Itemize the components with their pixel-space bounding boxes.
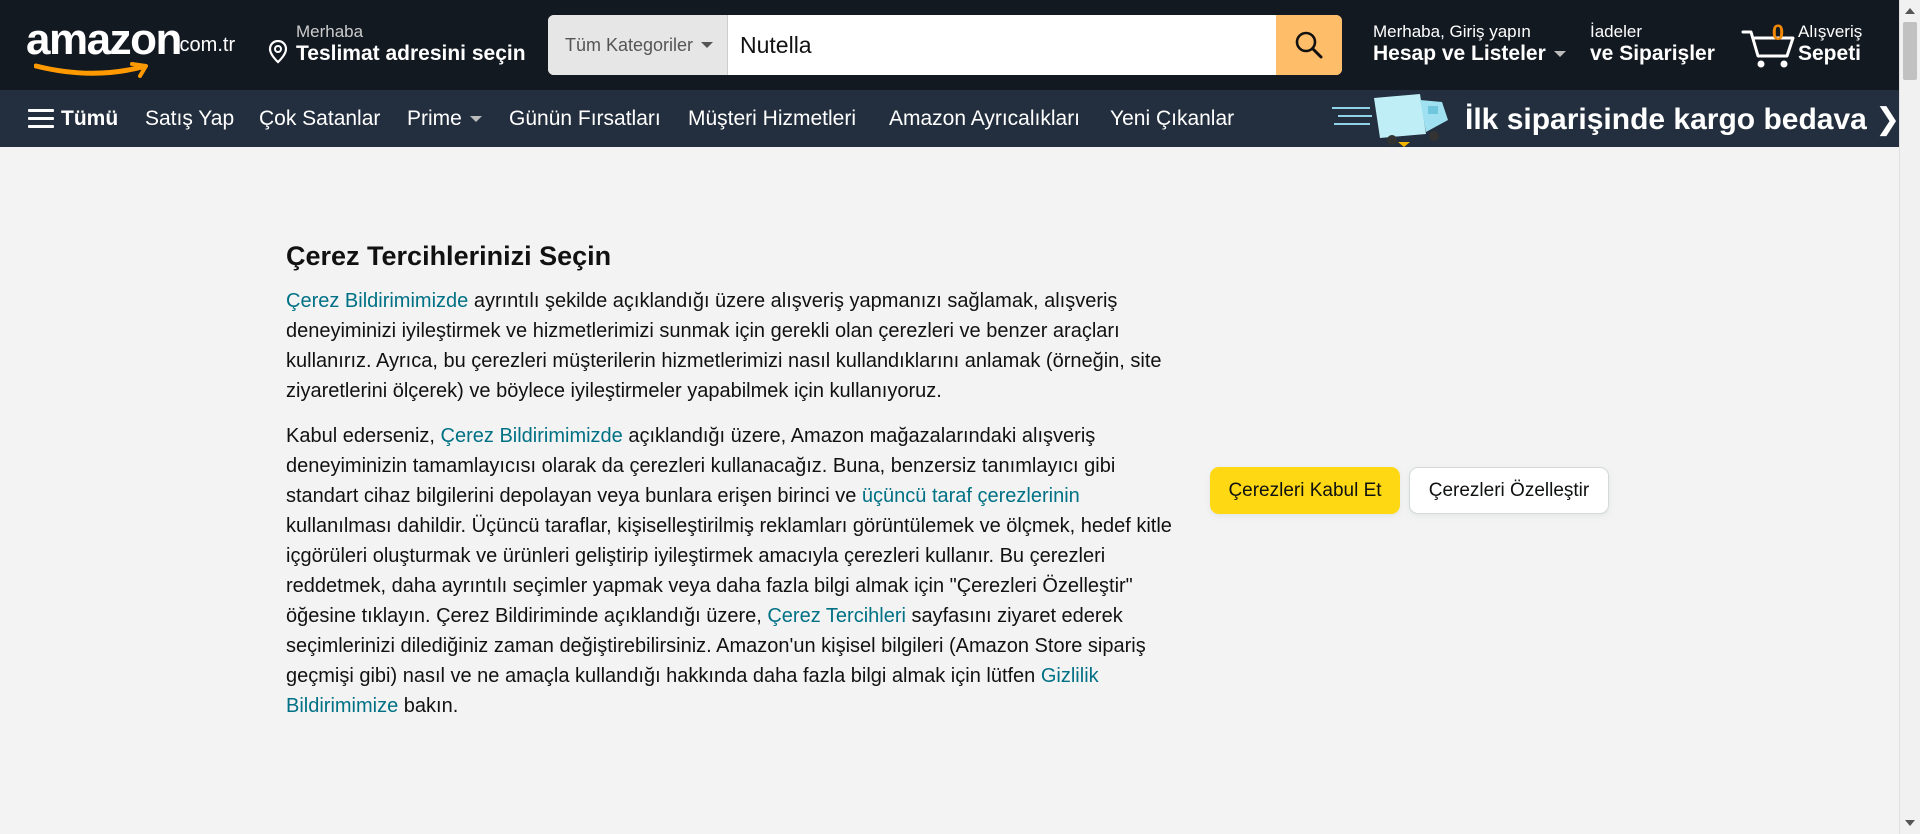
delivery-greeting: Merhaba bbox=[296, 22, 364, 41]
nav-item-amazon-privileges[interactable]: Amazon Ayrıcalıkları bbox=[889, 107, 1080, 131]
cart-button[interactable]: 0 Alışveriş Sepeti bbox=[1741, 18, 1881, 72]
returns-label: İadeler bbox=[1590, 22, 1642, 41]
nav-item-prime-label: Prime bbox=[407, 107, 462, 130]
orders-label: ve Siparişler bbox=[1590, 42, 1715, 65]
all-menu-button[interactable]: Tümü bbox=[28, 107, 118, 131]
logo-domain: .com.tr bbox=[174, 34, 236, 56]
nav-item-prime[interactable]: Prime bbox=[407, 107, 482, 131]
cookie-paragraph-2-text-a: Kabul ederseniz, bbox=[286, 425, 441, 447]
all-menu-label: Tümü bbox=[61, 107, 119, 130]
chevron-down-icon bbox=[701, 42, 714, 48]
free-shipping-promo-banner[interactable]: İlk siparişinde kargo bedava ❯ bbox=[1330, 90, 1899, 147]
cart-label-line2: Sepeti bbox=[1798, 42, 1862, 65]
search-icon bbox=[1295, 31, 1323, 59]
amazon-logo[interactable]: amazon .com.tr bbox=[26, 15, 246, 78]
logo-wordmark: amazon bbox=[26, 15, 182, 64]
scroll-down-arrow-icon[interactable] bbox=[1905, 820, 1915, 826]
hamburger-menu-icon bbox=[28, 108, 54, 130]
location-pin-icon bbox=[268, 40, 288, 64]
logo-smile-icon bbox=[34, 62, 148, 78]
cookie-paragraph-1: Çerez Bildirimimizde ayrıntılı şekilde a… bbox=[286, 286, 1181, 406]
search-input[interactable] bbox=[728, 15, 1276, 75]
search-category-dropdown[interactable]: Tüm Kategoriler bbox=[548, 15, 728, 75]
cookie-preferences-title: Çerez Tercihlerinizi Seçin bbox=[286, 241, 612, 271]
accept-cookies-button[interactable]: Çerezleri Kabul Et bbox=[1210, 467, 1400, 514]
search-bar: Tüm Kategoriler bbox=[548, 15, 1342, 75]
cookie-preferences-link[interactable]: Çerez Tercihleri bbox=[767, 605, 906, 627]
page-scrollbar[interactable] bbox=[1899, 0, 1920, 834]
nav-item-best-sellers[interactable]: Çok Satanlar bbox=[259, 107, 380, 131]
account-lists-menu[interactable]: Merhaba, Giriş yapın Hesap ve Listeler bbox=[1373, 22, 1573, 66]
customize-cookies-button[interactable]: Çerezleri Özelleştir bbox=[1409, 467, 1609, 514]
search-button[interactable] bbox=[1276, 15, 1342, 75]
nav-item-todays-deals[interactable]: Günün Fırsatları bbox=[509, 107, 661, 131]
account-greeting: Merhaba, Giriş yapın bbox=[1373, 22, 1531, 41]
cart-label-line1: Alışveriş bbox=[1798, 22, 1863, 41]
chevron-down-icon bbox=[1553, 51, 1566, 57]
scrollbar-thumb[interactable] bbox=[1903, 22, 1917, 80]
account-label: Hesap ve Listeler bbox=[1373, 42, 1546, 65]
nav-item-sell[interactable]: Satış Yap bbox=[145, 107, 234, 131]
cookie-paragraph-2-text-e: bakın. bbox=[398, 695, 459, 717]
third-party-cookies-link[interactable]: üçüncü taraf çerezlerinin bbox=[862, 485, 1080, 507]
nav-item-customer-service[interactable]: Müşteri Hizmetleri bbox=[688, 107, 856, 131]
cookie-paragraph-2: Kabul ederseniz, Çerez Bildirimimizde aç… bbox=[286, 421, 1181, 721]
scroll-up-arrow-icon[interactable] bbox=[1905, 8, 1915, 14]
chevron-down-icon bbox=[469, 116, 482, 122]
nav-item-new-releases[interactable]: Yeni Çıkanlar bbox=[1110, 107, 1234, 131]
delivery-truck-icon bbox=[1332, 94, 1448, 147]
top-navigation-bar: amazon .com.tr Merhaba Teslimat adresini… bbox=[0, 0, 1899, 90]
promo-text: İlk siparişinde kargo bedava ❯ bbox=[1465, 103, 1899, 136]
cookie-notice-link-2[interactable]: Çerez Bildirimimizde bbox=[441, 425, 623, 447]
search-category-label: Tüm Kategoriler bbox=[565, 34, 694, 55]
delivery-address-label: Teslimat adresini seçin bbox=[296, 42, 526, 65]
returns-orders-link[interactable]: İadeler ve Siparişler bbox=[1590, 22, 1715, 66]
delivery-address-selector[interactable]: Merhaba Teslimat adresini seçin bbox=[268, 22, 528, 70]
cookie-notice-link[interactable]: Çerez Bildirimimizde bbox=[286, 290, 468, 312]
cart-count-badge: 0 bbox=[1771, 20, 1785, 45]
